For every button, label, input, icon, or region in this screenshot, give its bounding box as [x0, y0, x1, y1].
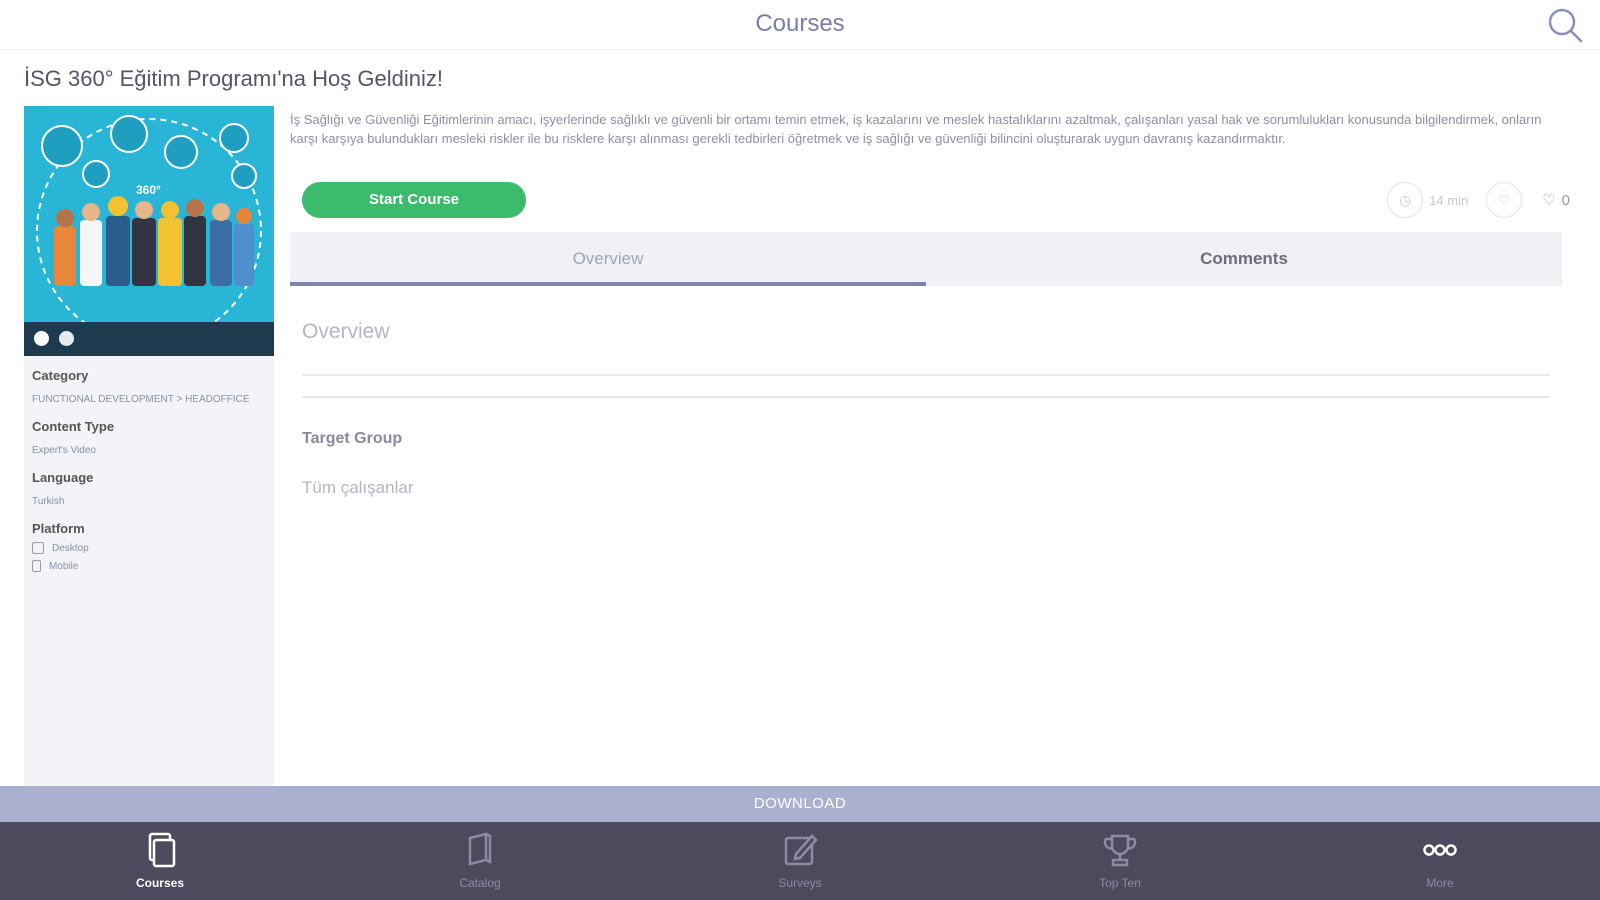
carousel-dot-1[interactable] — [34, 331, 49, 346]
course-sidebar: 360° Category FUNCTIONAL DEVELOPMENT > H… — [24, 106, 274, 786]
tabbar-catalog[interactable]: Catalog — [320, 822, 640, 900]
category-value: FUNCTIONAL DEVELOPMENT > HEADOFFICE — [32, 394, 250, 405]
trophy-icon — [1103, 834, 1137, 867]
course-tabs: Overview Comments — [290, 232, 1562, 286]
heart-icon: ♡ — [1542, 192, 1556, 209]
clock-icon: ◷ — [1387, 182, 1424, 218]
desktop-icon — [32, 542, 44, 554]
course-image-carousel[interactable]: 360° — [24, 106, 274, 356]
bottom-tab-bar: Courses Catalog Surveys Top Ten More — [0, 822, 1600, 900]
tab-comments[interactable]: Comments — [926, 232, 1562, 286]
tabbar-label: Surveys — [778, 876, 822, 890]
course-duration: 14 min — [1429, 192, 1469, 208]
download-button[interactable]: DOWNLOAD — [0, 786, 1600, 822]
content-type-label: Content Type — [32, 419, 115, 434]
target-group-value: Tüm çalışanlar — [302, 478, 414, 497]
mobile-icon — [32, 560, 41, 572]
tabbar-surveys[interactable]: Surveys — [640, 822, 960, 900]
platform-label: Platform — [32, 521, 85, 536]
course-illustration: 360° — [36, 115, 262, 344]
page-header-title: Courses — [755, 10, 845, 37]
search-icon[interactable] — [1546, 6, 1584, 44]
tabbar-label: Top Ten — [1099, 876, 1141, 890]
tabbar-label: More — [1426, 876, 1454, 890]
top-bar: Courses — [0, 0, 1600, 50]
divider — [302, 396, 1550, 398]
tabbar-courses[interactable]: Courses — [0, 822, 320, 900]
course-description: İş Sağlığı ve Güvenliği Eğitimlerinin am… — [290, 112, 1542, 146]
like-button[interactable]: ♡ — [1486, 182, 1523, 218]
language-value: Turkish — [32, 496, 65, 507]
more-icon — [1423, 844, 1457, 856]
start-course-button[interactable]: Start Course — [302, 182, 526, 218]
platform-desktop: Desktop — [32, 542, 268, 554]
overview-panel: Overview Target Group Tüm çalışanlar — [302, 320, 1550, 498]
target-group-label: Target Group — [302, 430, 403, 447]
overview-heading: Overview — [302, 320, 390, 343]
tabbar-more[interactable]: More — [1280, 822, 1600, 900]
courses-icon — [148, 832, 176, 868]
platform-mobile: Mobile — [32, 560, 268, 572]
course-meta: Category FUNCTIONAL DEVELOPMENT > HEADOF… — [32, 368, 268, 572]
survey-icon — [784, 834, 818, 866]
course-title: İSG 360° Eğitim Programı'na Hoş Geldiniz… — [24, 66, 443, 91]
tabbar-label: Catalog — [459, 876, 501, 890]
category-label: Category — [32, 368, 89, 383]
language-label: Language — [32, 470, 94, 485]
catalog-icon — [468, 832, 492, 866]
tabbar-label: Courses — [135, 876, 185, 890]
tab-overview[interactable]: Overview — [290, 232, 926, 286]
content-type-value: Expert's Video — [32, 445, 96, 456]
divider — [302, 374, 1550, 376]
like-count: 0 — [1561, 191, 1570, 209]
carousel-dot-2[interactable] — [59, 331, 74, 346]
course-stats: ◷ 14 min ♡ ♡ 0 — [1387, 182, 1570, 218]
carousel-footer — [24, 322, 274, 356]
tabbar-top-ten[interactable]: Top Ten — [960, 822, 1280, 900]
svg-text:360°: 360° — [136, 183, 161, 197]
